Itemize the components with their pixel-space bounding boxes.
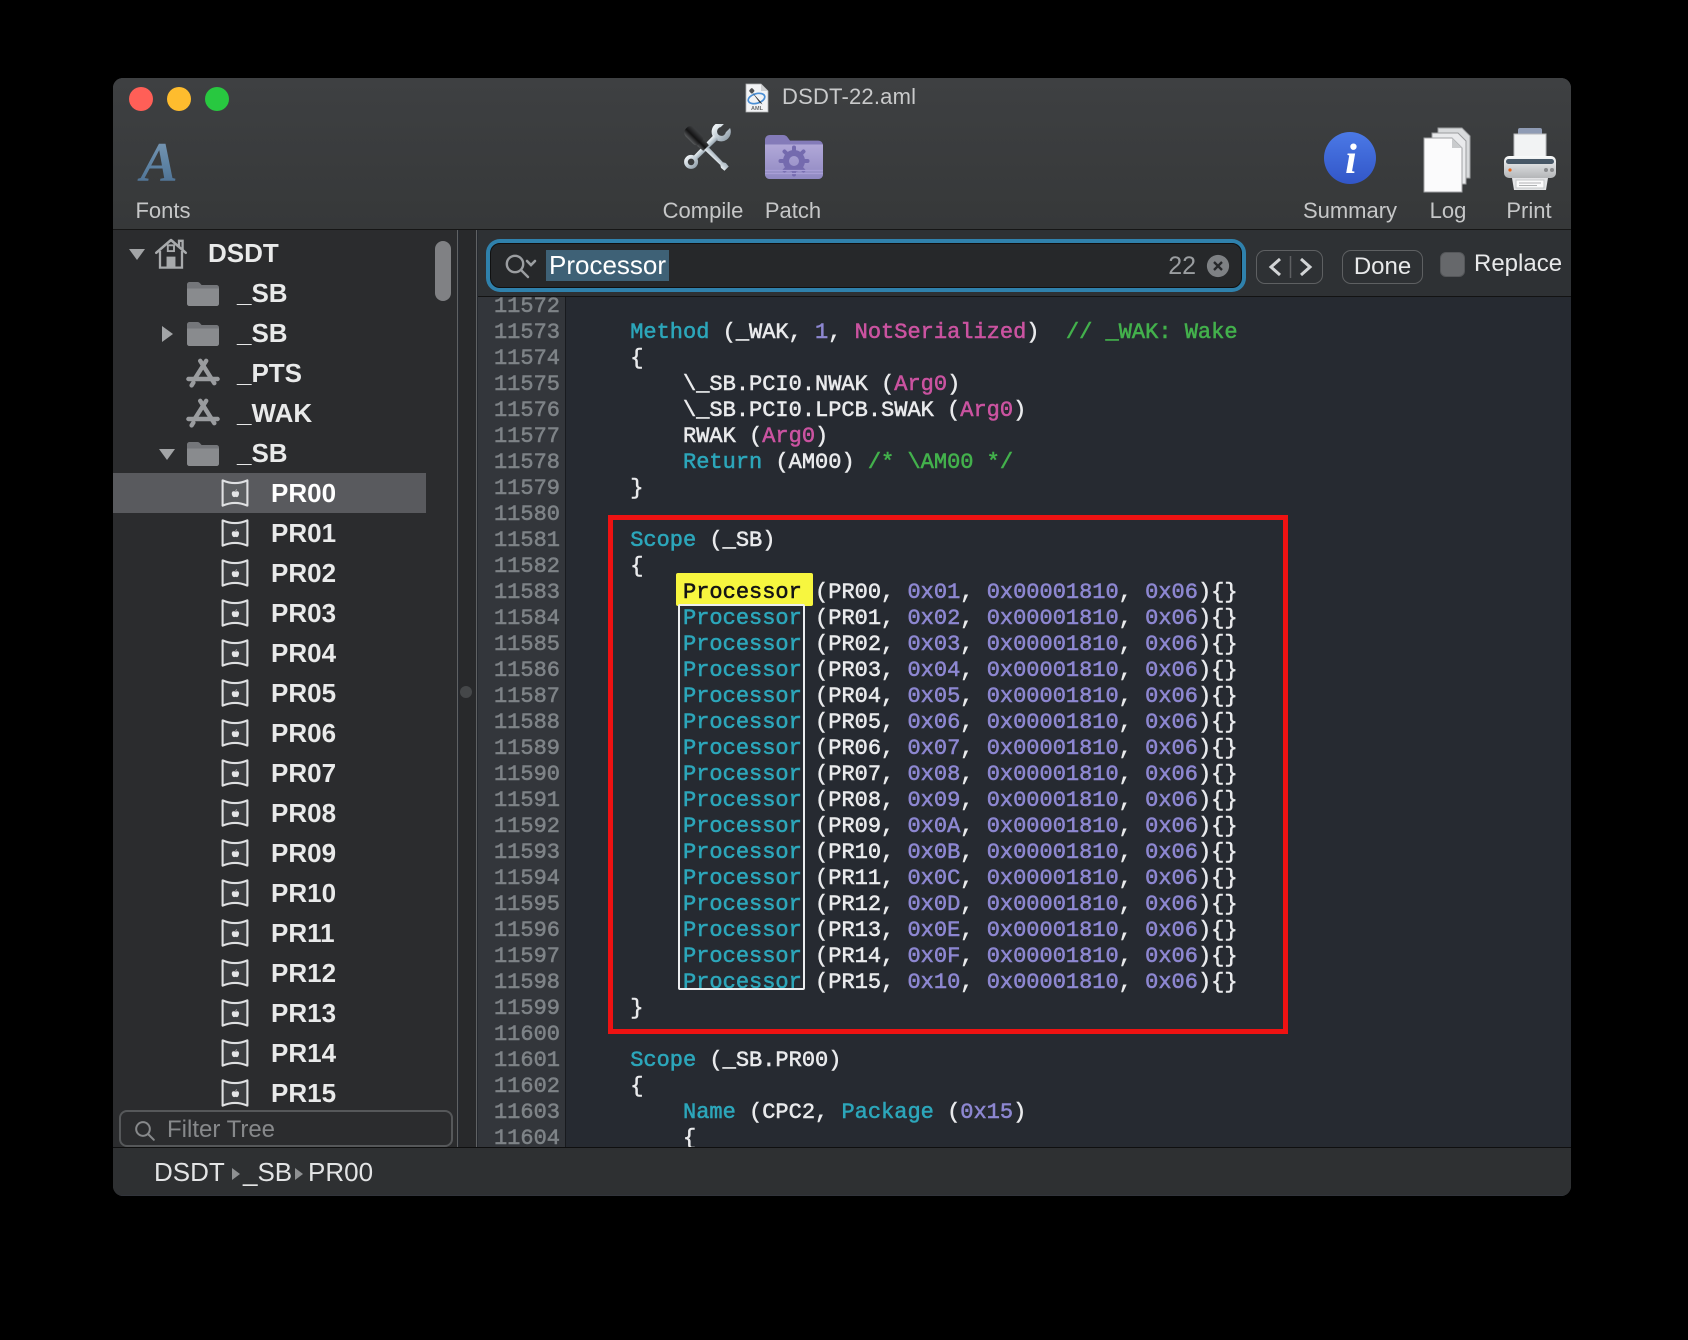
svg-text:i: i <box>1345 137 1357 183</box>
svg-text:AML: AML <box>751 106 764 112</box>
svg-text:A: A <box>137 134 177 188</box>
